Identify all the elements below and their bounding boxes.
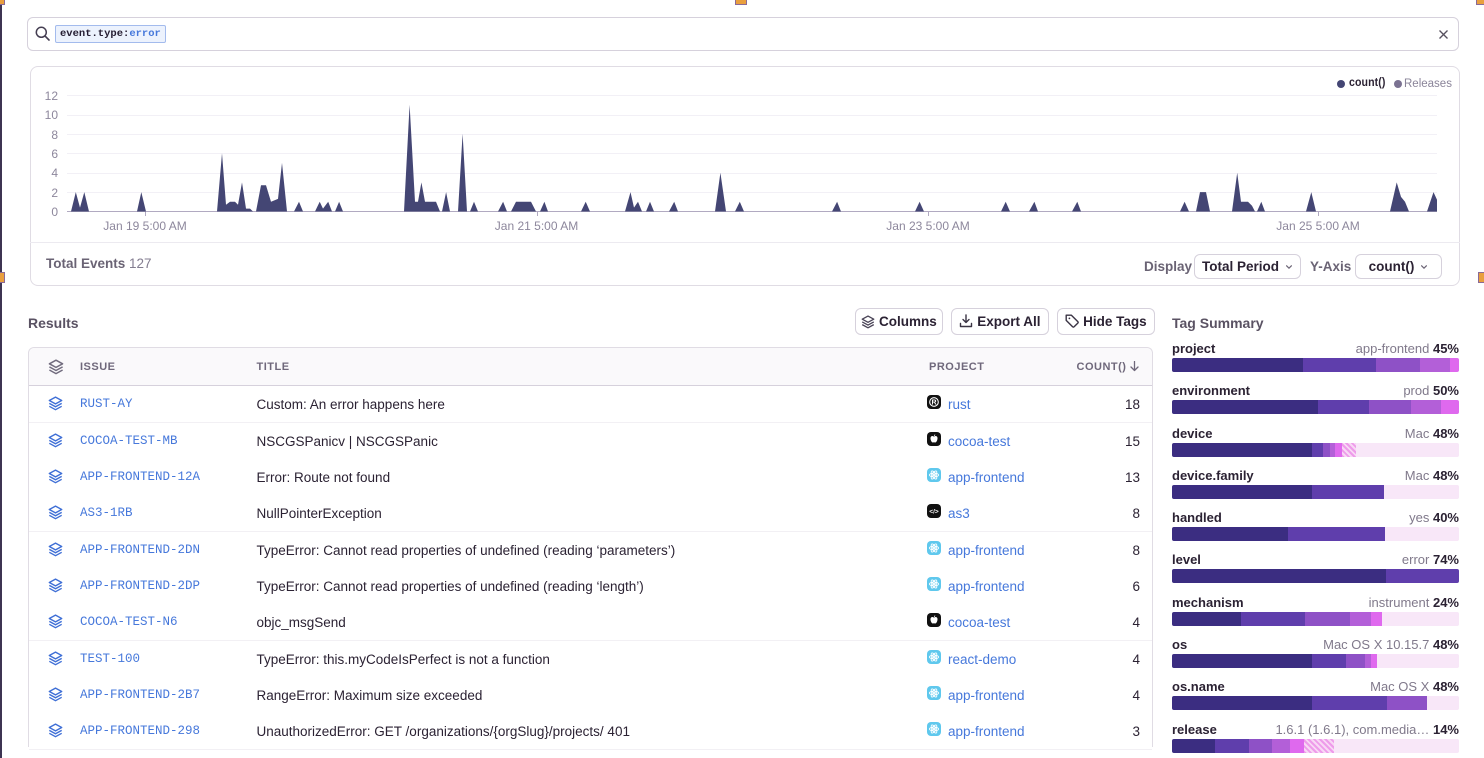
svg-text:</>: </> xyxy=(929,509,939,516)
svg-text:R: R xyxy=(931,400,936,407)
